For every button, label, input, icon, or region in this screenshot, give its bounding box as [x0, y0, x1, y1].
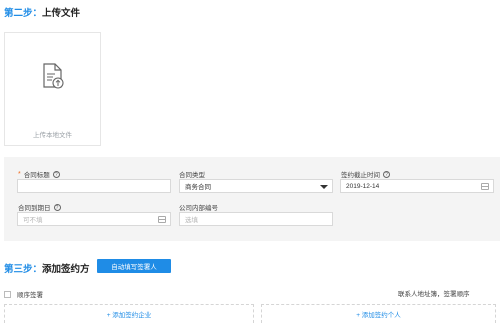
contract-title-input[interactable]	[17, 179, 171, 193]
contract-info-panel: * 合同标题 ? 合同类型 签约截止时间 ? 商务合同 2019-12-14 合…	[4, 157, 500, 241]
internal-no-input[interactable]: 选填	[179, 212, 333, 226]
step2-title: 上传文件	[42, 8, 81, 19]
contract-title-label: * 合同标题 ?	[18, 169, 60, 179]
sign-deadline-input[interactable]: 2019-12-14	[340, 179, 494, 193]
contacts-order-note[interactable]: 联系人地址簿，签署顺序	[398, 288, 470, 298]
signing-order-option[interactable]: 顺序签署	[4, 289, 43, 299]
calendar-icon[interactable]	[481, 183, 489, 190]
internal-no-label-text: 公司内部编号	[179, 205, 218, 212]
signing-order-checkbox[interactable]	[4, 290, 11, 298]
upload-local-file-label: 上传本地文件	[33, 132, 72, 139]
expiry-date-label: 合同到期日 ?	[18, 202, 61, 212]
step2-heading: 第二步：上传文件	[4, 5, 80, 19]
document-upload-icon	[43, 63, 64, 89]
contract-type-select[interactable]: 商务合同	[179, 179, 333, 193]
help-icon[interactable]: ?	[383, 170, 390, 178]
help-icon[interactable]: ?	[53, 203, 61, 211]
auto-fill-signer-button[interactable]: 自动填写签署人	[97, 259, 171, 273]
contract-title-label-text: 合同标题	[23, 172, 50, 179]
sign-deadline-value: 2019-12-14	[346, 182, 380, 190]
step3-number: 第三步：	[4, 264, 43, 275]
calendar-icon[interactable]	[158, 216, 166, 223]
expiry-date-input[interactable]: 可不填	[17, 212, 171, 226]
internal-no-placeholder: 选填	[185, 217, 198, 224]
internal-no-label: 公司内部编号	[179, 202, 218, 212]
step3-heading: 第三步：添加签约方	[4, 261, 90, 275]
step3-title: 添加签约方	[42, 264, 90, 275]
contract-type-value: 商务合同	[185, 184, 211, 191]
add-company-party-button[interactable]: + 添加签约企业	[4, 304, 254, 323]
upload-local-file-area[interactable]: 上传本地文件	[4, 32, 101, 146]
help-icon[interactable]: ?	[52, 170, 60, 178]
contract-type-label-text: 合同类型	[179, 172, 205, 179]
add-person-party-button[interactable]: + 添加签约个人	[261, 304, 496, 323]
step2-number: 第二步：	[4, 8, 43, 19]
sign-deadline-label-text: 签约截止时间	[341, 172, 380, 179]
required-mark: *	[18, 170, 21, 178]
sign-deadline-label: 签约截止时间 ?	[341, 169, 390, 179]
chevron-down-icon	[320, 185, 328, 189]
expiry-date-label-text: 合同到期日	[18, 205, 51, 212]
contract-type-label: 合同类型	[179, 169, 205, 179]
signing-order-label: 顺序签署	[17, 292, 43, 299]
expiry-date-placeholder: 可不填	[23, 217, 43, 224]
